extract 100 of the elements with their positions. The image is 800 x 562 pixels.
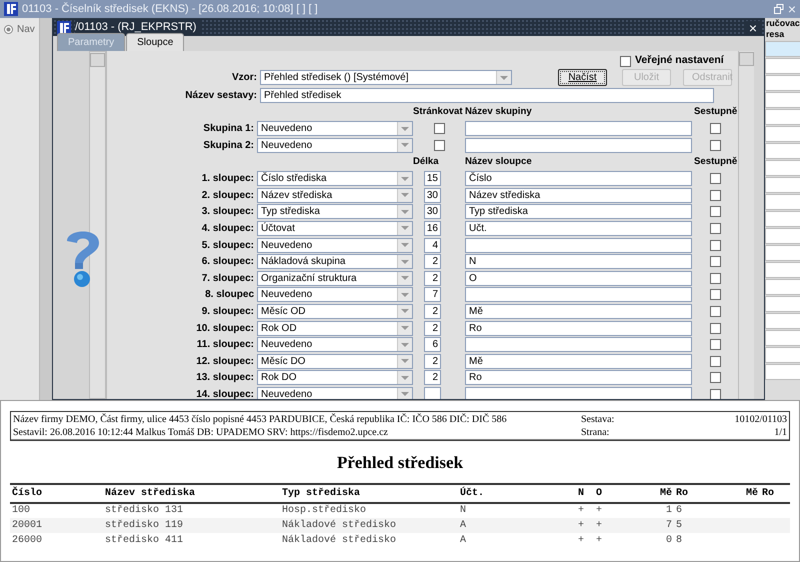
- input-field[interactable]: Mě: [465, 354, 692, 369]
- input-field[interactable]: Název střediska: [465, 188, 692, 203]
- length-field[interactable]: 2: [424, 254, 441, 270]
- length-field[interactable]: 30: [424, 204, 441, 220]
- checkbox[interactable]: [710, 339, 721, 350]
- length-field[interactable]: 7: [424, 287, 441, 302]
- dropdown[interactable]: Účtovat: [257, 220, 413, 236]
- nav-button[interactable]: Nav: [4, 22, 39, 37]
- button[interactable]: Načíst: [558, 69, 607, 86]
- input-field[interactable]: Ro: [465, 320, 692, 336]
- table-cell[interactable]: [765, 296, 800, 312]
- table-cell[interactable]: [765, 347, 800, 363]
- length-field[interactable]: 2: [424, 270, 441, 286]
- table-cell[interactable]: [765, 41, 800, 57]
- checkbox[interactable]: [710, 222, 721, 234]
- caret-icon: [397, 288, 412, 302]
- checkbox[interactable]: [710, 356, 721, 367]
- dropdown[interactable]: Rok OD: [257, 320, 413, 336]
- scroll-up-button[interactable]: [90, 53, 105, 67]
- table-cell[interactable]: [765, 364, 800, 380]
- table-cell[interactable]: [765, 143, 800, 159]
- field-label: 1. sloupec:: [200, 172, 255, 186]
- close-button[interactable]: ×: [746, 20, 760, 34]
- table-cell[interactable]: [765, 313, 800, 329]
- restore-icon[interactable]: [774, 4, 784, 14]
- dropdown[interactable]: Organizační struktura: [257, 270, 413, 286]
- checkbox[interactable]: [710, 388, 721, 399]
- field-label: 12. sloupec:: [195, 354, 255, 369]
- dropdown[interactable]: Měsíc OD: [257, 304, 413, 319]
- dropdown[interactable]: Rok DO: [257, 370, 413, 386]
- checkbox[interactable]: [710, 272, 721, 284]
- length-field[interactable]: 4: [424, 238, 441, 253]
- tab[interactable]: Sloupce: [126, 33, 184, 51]
- input-field[interactable]: Ro: [465, 370, 692, 386]
- table-cell[interactable]: [765, 75, 800, 91]
- table-cell[interactable]: [765, 126, 800, 142]
- length-field[interactable]: 2: [424, 354, 441, 369]
- dropdown[interactable]: Měsíc DO: [257, 354, 413, 369]
- scroll-up-button[interactable]: [739, 52, 754, 66]
- checkbox[interactable]: [710, 372, 721, 384]
- dropdown[interactable]: Nákladová skupina: [257, 254, 413, 270]
- table-cell[interactable]: [765, 211, 800, 227]
- input-field[interactable]: Přehled středisek: [260, 88, 714, 102]
- field-label: 6. sloupec:: [200, 255, 255, 270]
- table-cell[interactable]: [765, 109, 800, 125]
- dropdown[interactable]: Název střediska: [257, 188, 413, 203]
- dropdown[interactable]: Neuvedeno: [257, 121, 413, 136]
- table-cell[interactable]: [765, 160, 800, 176]
- table-cell[interactable]: [765, 177, 800, 193]
- table-cell[interactable]: [765, 262, 800, 278]
- table-cell[interactable]: [765, 92, 800, 108]
- dropdown[interactable]: Neuvedeno: [257, 337, 413, 352]
- checkbox[interactable]: [710, 190, 721, 201]
- column-header: O: [594, 484, 634, 503]
- checkbox[interactable]: [710, 256, 721, 268]
- input-field[interactable]: [465, 287, 692, 302]
- length-field[interactable]: 16: [424, 220, 441, 236]
- dropdown[interactable]: Přehled středisek () [Systémové]: [260, 70, 512, 85]
- input-field[interactable]: O: [465, 270, 692, 286]
- input-field[interactable]: [465, 337, 692, 352]
- length-field[interactable]: 6: [424, 337, 441, 352]
- length-field[interactable]: 15: [424, 171, 441, 186]
- checkbox[interactable]: [710, 289, 721, 300]
- dropdown[interactable]: Typ střediska: [257, 204, 413, 220]
- input-field[interactable]: [465, 121, 692, 136]
- dropdown[interactable]: Neuvedeno: [257, 386, 413, 399]
- checkbox[interactable]: [710, 322, 721, 334]
- length-field[interactable]: [424, 386, 441, 399]
- input-field[interactable]: Mě: [465, 304, 692, 319]
- input-field[interactable]: Učt.: [465, 220, 692, 236]
- length-field[interactable]: 2: [424, 370, 441, 386]
- table-cell[interactable]: [765, 228, 800, 244]
- table-cell: 5: [674, 518, 696, 533]
- dropdown[interactable]: Číslo střediska: [257, 171, 413, 186]
- checkbox[interactable]: [710, 306, 721, 317]
- dropdown[interactable]: Neuvedeno: [257, 138, 413, 153]
- table-cell[interactable]: [765, 245, 800, 261]
- table-cell[interactable]: [765, 330, 800, 346]
- length-field[interactable]: 2: [424, 304, 441, 319]
- checkbox[interactable]: [434, 140, 444, 151]
- checkbox[interactable]: [710, 173, 721, 184]
- table-cell[interactable]: [765, 58, 800, 74]
- input-field[interactable]: [465, 238, 692, 253]
- dropdown[interactable]: Neuvedeno: [257, 238, 413, 253]
- table-cell[interactable]: [765, 279, 800, 295]
- checkbox[interactable]: [710, 140, 721, 151]
- checkbox[interactable]: [710, 240, 721, 251]
- input-field[interactable]: [465, 386, 692, 399]
- checkbox[interactable]: [620, 56, 631, 66]
- checkbox[interactable]: [710, 206, 721, 218]
- checkbox[interactable]: [434, 123, 444, 134]
- dropdown[interactable]: Neuvedeno: [257, 287, 413, 302]
- input-field[interactable]: [465, 138, 692, 153]
- input-field[interactable]: N: [465, 254, 692, 270]
- input-field[interactable]: Typ střediska: [465, 204, 692, 220]
- table-cell[interactable]: [765, 194, 800, 210]
- length-field[interactable]: 30: [424, 188, 441, 203]
- length-field[interactable]: 2: [424, 320, 441, 336]
- input-field[interactable]: Číslo: [465, 171, 692, 186]
- checkbox[interactable]: [710, 123, 721, 134]
